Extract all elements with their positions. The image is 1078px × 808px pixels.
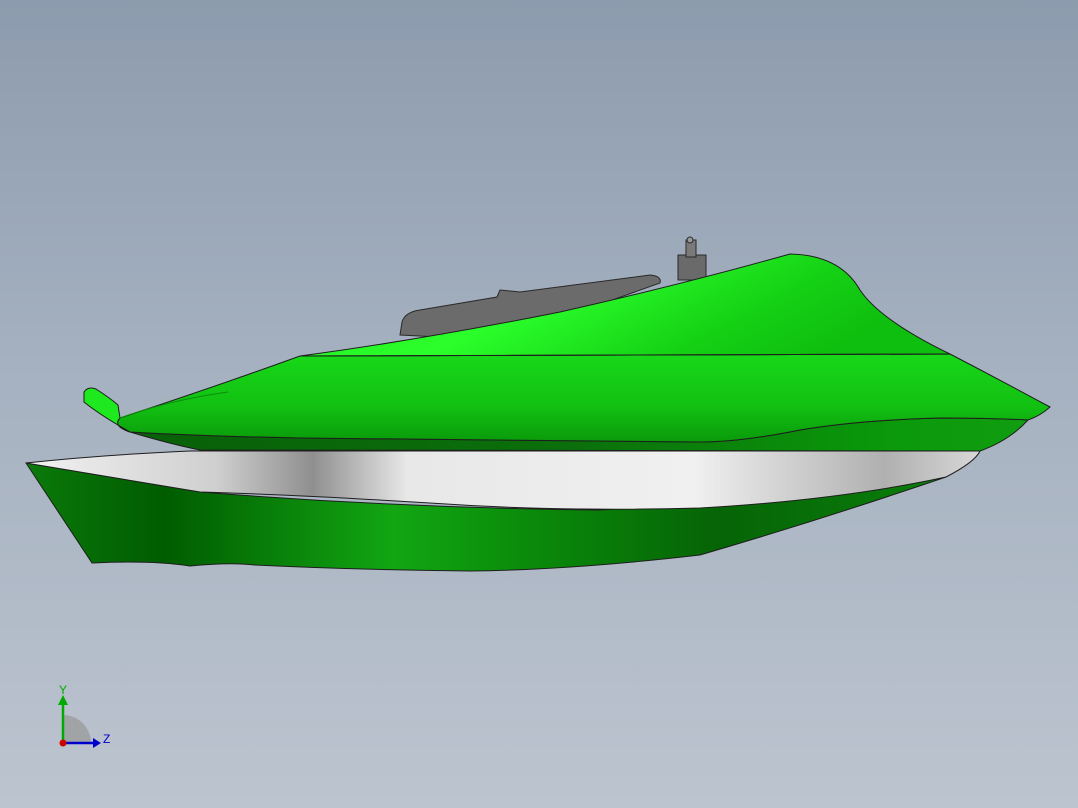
top-deck[interactable] xyxy=(299,253,951,357)
boat-model[interactable] xyxy=(0,0,1078,808)
z-axis-label: Z xyxy=(103,732,110,746)
y-axis-label: Y xyxy=(59,685,67,697)
z-axis-arrow xyxy=(93,738,101,748)
coordinate-triad: Y Z xyxy=(58,685,110,748)
mast-post[interactable] xyxy=(677,236,707,281)
3d-viewport[interactable]: Y Z xyxy=(0,0,1078,808)
x-axis-dot xyxy=(59,739,67,747)
triad-arc xyxy=(63,715,91,743)
